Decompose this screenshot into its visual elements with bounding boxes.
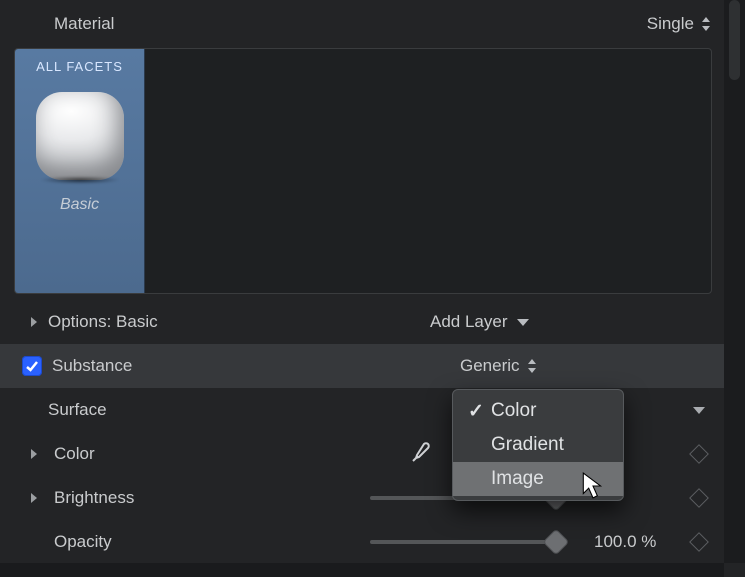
row-opacity: Opacity 100.0 % [0,520,724,564]
menu-item-gradient[interactable]: Gradient [453,428,623,462]
row-substance[interactable]: Substance Generic [0,344,724,388]
color-eyedropper-button[interactable] [410,440,434,469]
substance-value-popup[interactable]: Generic [460,356,538,376]
vertical-scroll-thumb[interactable] [729,0,740,80]
updown-icon [700,17,712,31]
add-layer-label: Add Layer [430,312,508,332]
chevron-right-icon [29,492,39,504]
brightness-keyframe-diamond[interactable] [689,488,709,508]
surface-label: Surface [48,400,168,420]
menu-item-label: Gradient [487,434,564,456]
row-options: Options: Basic Add Layer [0,300,724,344]
facets-well: ALL FACETS Basic [14,48,712,294]
brightness-label: Brightness [54,488,174,508]
material-title: Material [54,14,114,34]
checkmark-icon: ✓ [465,400,487,423]
options-label: Options: Basic [48,312,168,332]
surface-type-menu[interactable]: ✓ Color Gradient Image [452,389,624,501]
facet-preview-name: Basic [60,196,99,214]
eyedropper-icon [410,440,434,464]
chevron-down-icon [692,406,706,415]
menu-item-image[interactable]: Image [453,462,623,496]
color-keyframe-diamond[interactable] [689,444,709,464]
disclosure-options[interactable] [26,316,42,328]
material-mode-popup[interactable]: Single [647,14,712,34]
panel-content: Material Single ALL FACETS Basic [0,0,724,563]
add-layer-popup[interactable]: Add Layer [430,312,530,332]
updown-icon [526,359,538,373]
horizontal-scrollbar[interactable] [0,563,724,577]
chevron-right-icon [29,316,39,328]
substance-label: Substance [52,356,172,376]
opacity-value[interactable]: 100.0 % [594,532,656,552]
substance-value: Generic [460,356,520,376]
disclosure-color[interactable] [26,448,42,460]
material-header-row: Material Single [0,0,724,48]
material-preview-cube [34,90,126,182]
checkmark-icon [25,359,39,373]
menu-item-color[interactable]: ✓ Color [453,394,623,428]
facet-preview-thumbnail[interactable] [32,88,128,184]
disclosure-brightness[interactable] [26,492,42,504]
menu-item-label: Color [487,400,536,422]
chevron-down-icon [516,317,530,327]
chevron-right-icon [29,448,39,460]
material-inspector-panel: Material Single ALL FACETS Basic [0,0,745,577]
opacity-label: Opacity [54,532,174,552]
substance-enable-checkbox[interactable] [22,356,42,376]
facets-tab-all[interactable]: ALL FACETS Basic [15,49,145,293]
vertical-scrollbar[interactable] [724,0,745,563]
menu-item-label: Image [487,468,544,490]
material-mode-value: Single [647,14,694,34]
facets-tab-label: ALL FACETS [36,59,123,74]
surface-advanced-toggle[interactable] [684,406,706,415]
opacity-keyframe-diamond[interactable] [689,532,709,552]
opacity-slider[interactable] [370,540,556,544]
color-label: Color [54,444,174,464]
